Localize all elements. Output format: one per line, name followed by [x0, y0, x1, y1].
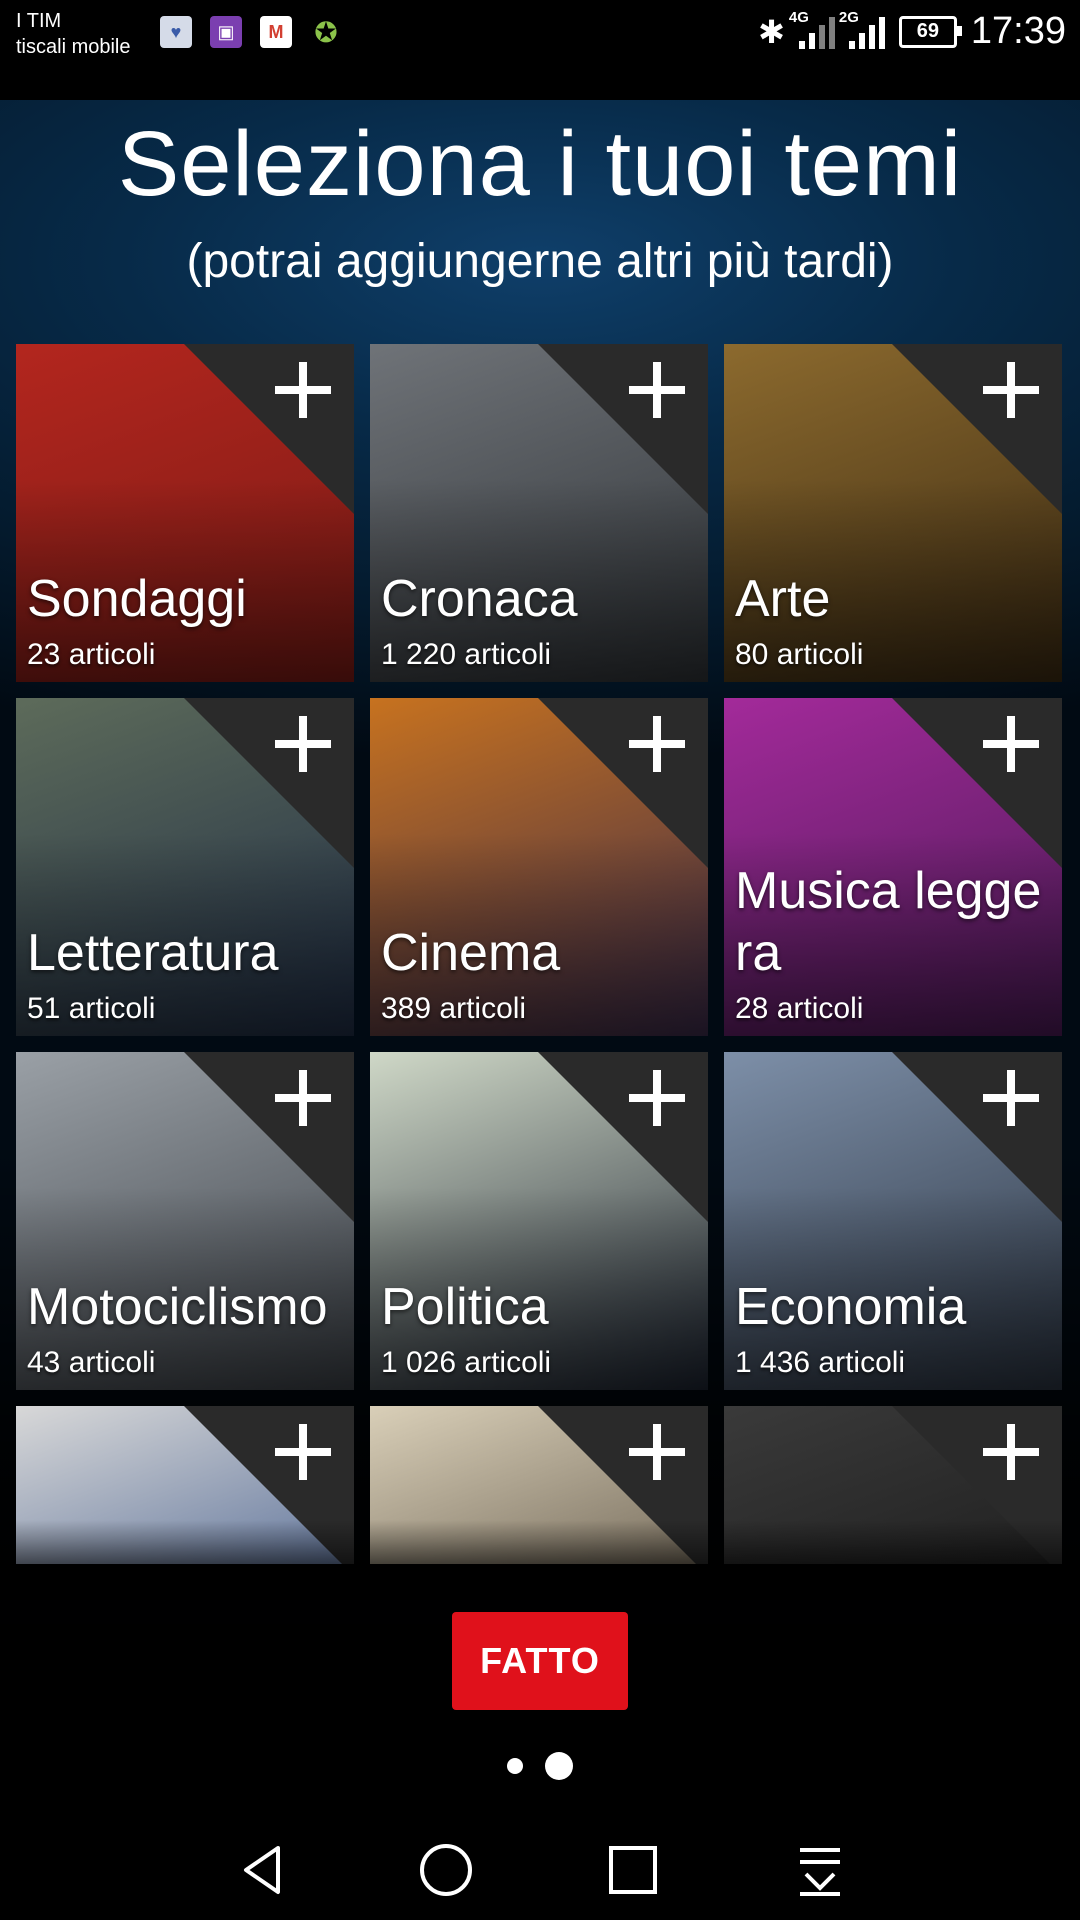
topic-tile[interactable]: Economia 1 436 articoli	[724, 1052, 1062, 1390]
topic-tile[interactable]: Sondaggi 23 articoli	[16, 344, 354, 682]
topic-article-count: 28 articoli	[735, 992, 864, 1025]
topic-tile[interactable]: Cronaca 1 220 articoli	[370, 344, 708, 682]
topic-name: Cinema	[381, 924, 561, 982]
back-icon[interactable]	[232, 1840, 292, 1900]
navigation-bar	[0, 1810, 1080, 1920]
topic-name: Economia	[735, 1278, 967, 1336]
network-type-2g: 2G	[838, 8, 859, 26]
topic-name: Arte	[735, 570, 831, 628]
battery-level: 69	[916, 20, 940, 42]
add-topic-plus-icon[interactable]	[622, 356, 692, 426]
done-button[interactable]: FATTO	[452, 1612, 628, 1710]
page-subtitle: (potrai aggiungerne altri più tardi)	[186, 235, 894, 288]
page-dot-1[interactable]	[507, 1758, 523, 1774]
topic-article-count: 43 articoli	[27, 1346, 156, 1379]
android-icon: ✪	[314, 16, 338, 48]
messenger-icon: ♥	[160, 16, 192, 48]
topic-article-count: 51 articoli	[27, 992, 156, 1025]
gallery-icon: ▣	[210, 16, 242, 48]
topic-article-count: 1 026 articoli	[381, 1346, 552, 1379]
notification-pull-icon[interactable]	[790, 1840, 850, 1900]
notification-icons: ♥ ▣ M ✪	[160, 16, 342, 48]
page-indicator	[0, 1752, 1080, 1780]
topic-name: Politica	[381, 1278, 549, 1336]
carrier-name: I TIM	[16, 10, 62, 32]
topic-tile[interactable]: Letteratura 51 articoli	[16, 698, 354, 1036]
add-topic-plus-icon[interactable]	[976, 356, 1046, 426]
topic-article-count: 80 articoli	[735, 638, 864, 671]
network-type-4g: 4G	[788, 8, 809, 26]
add-topic-plus-icon[interactable]	[268, 710, 338, 780]
page-dot-2[interactable]	[545, 1752, 573, 1780]
topic-name: Motociclismo	[27, 1278, 328, 1336]
page-title: Seleziona i tuoi temi	[117, 113, 963, 215]
signal-4g-icon: 4G	[789, 9, 835, 49]
status-indicators: ✱ 4G 2G 69 17:39	[758, 9, 1066, 53]
carrier-info: I TIM tiscali mobile	[16, 8, 130, 60]
topic-article-count: 23 articoli	[27, 638, 156, 671]
bluetooth-icon: ✱	[758, 13, 785, 50]
topic-tile[interactable]: Cinema 389 articoli	[370, 698, 708, 1036]
recents-icon[interactable]	[603, 1840, 663, 1900]
topic-article-count: 1 220 articoli	[381, 638, 552, 671]
topic-name: Cronaca	[381, 570, 578, 628]
topic-tile[interactable]: Motociclismo 43 articoli	[16, 1052, 354, 1390]
topic-tile[interactable]: Arte 80 articoli	[724, 344, 1062, 682]
gmail-icon: M	[260, 16, 292, 48]
topic-tile[interactable]: Musica leggera 28 articoli	[724, 698, 1062, 1036]
signal-2g-icon: 2G	[839, 9, 885, 49]
grid-fade	[0, 1520, 1080, 1600]
topic-article-count: 389 articoli	[381, 992, 527, 1025]
add-topic-plus-icon[interactable]	[622, 710, 692, 780]
add-topic-plus-icon[interactable]	[976, 1418, 1046, 1488]
add-topic-plus-icon[interactable]	[268, 1418, 338, 1488]
topics-grid: Sondaggi 23 articoli Cronaca 1 220 articoli…	[16, 344, 1066, 1564]
add-topic-plus-icon[interactable]	[976, 710, 1046, 780]
topic-name: Letteratura	[27, 924, 279, 982]
battery-icon: 69	[898, 15, 962, 48]
clock: 17:39	[970, 10, 1066, 52]
topic-tile[interactable]: Politica 1 026 articoli	[370, 1052, 708, 1390]
home-icon[interactable]	[416, 1840, 476, 1900]
add-topic-plus-icon[interactable]	[268, 1064, 338, 1134]
topic-name: Musica leggera	[735, 862, 1042, 982]
add-topic-plus-icon[interactable]	[976, 1064, 1046, 1134]
add-topic-plus-icon[interactable]	[622, 1064, 692, 1134]
topic-article-count: 1 436 articoli	[735, 1346, 906, 1379]
topic-name: Sondaggi	[27, 570, 247, 628]
add-topic-plus-icon[interactable]	[268, 356, 338, 426]
add-topic-plus-icon[interactable]	[622, 1418, 692, 1488]
status-bar: I TIM tiscali mobile ♥ ▣ M ✪ ✱ 4G 2G 69 …	[0, 0, 1080, 70]
carrier-secondary: tiscali mobile	[16, 36, 131, 58]
